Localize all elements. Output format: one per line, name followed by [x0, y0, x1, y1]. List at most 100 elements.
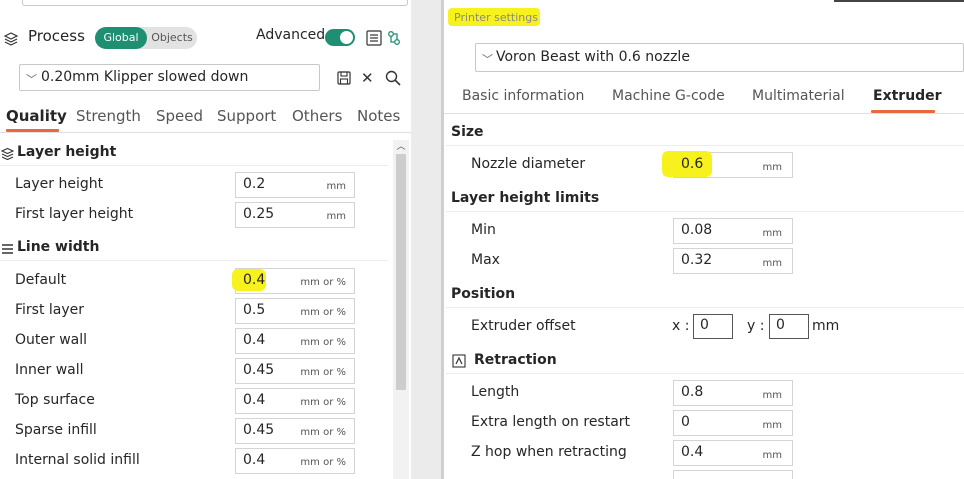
min-layer-height-input[interactable]: 0.08 mm: [673, 218, 793, 244]
unit-label: mm: [762, 258, 782, 269]
process-title: Process: [28, 27, 85, 45]
close-icon[interactable]: ✕: [361, 69, 374, 87]
divider: [446, 373, 964, 374]
tab-notes[interactable]: Notes: [357, 107, 400, 125]
section-line-width: Line width: [0, 238, 388, 261]
input-value: 0: [700, 317, 709, 333]
z-hop-input[interactable]: 0.4 mm: [673, 440, 793, 466]
section-layer-limits-title: Layer height limits: [451, 190, 600, 206]
first-layer-line-width-input[interactable]: 0.5 mm or %: [235, 298, 355, 324]
chevron-down-icon: ﹀: [482, 53, 493, 66]
option-label: Z hop when retracting: [471, 444, 627, 460]
list-icon[interactable]: [366, 30, 382, 46]
section-size-title: Size: [451, 124, 484, 140]
unit-label: mm: [326, 181, 346, 192]
extruder-offset-x-input[interactable]: 0: [693, 314, 733, 339]
scroll-up-arrow-icon[interactable]: ︿: [393, 140, 409, 154]
unit-label: mm: [762, 228, 782, 239]
unit-label: mm: [762, 162, 782, 173]
scrollbar-thumb[interactable]: [396, 154, 406, 390]
tab-support[interactable]: Support: [217, 107, 276, 125]
advanced-switch[interactable]: [325, 29, 355, 46]
tab-multimaterial[interactable]: Multimaterial: [752, 88, 845, 104]
option-label: Nozzle diameter: [471, 156, 586, 172]
tab-machine-gcode[interactable]: Machine G-code: [612, 88, 725, 104]
option-label: Extruder offset: [471, 318, 576, 334]
next-option-input[interactable]: [673, 470, 793, 479]
global-objects-toggle[interactable]: Global Objects: [95, 27, 197, 49]
option-label: Length: [471, 384, 520, 400]
option-label: Layer height: [15, 176, 104, 192]
unit-label: mm or %: [300, 397, 346, 408]
tab-basic-information[interactable]: Basic information: [462, 88, 584, 104]
top-surface-line-width-input[interactable]: 0.4 mm or %: [235, 388, 355, 414]
retraction-icon: [452, 354, 466, 368]
process-tabs: Quality Strength Speed Support Others No…: [0, 107, 411, 133]
y-label: y :: [747, 318, 765, 334]
default-line-width-input[interactable]: 0.4 mm or %: [232, 268, 355, 294]
advanced-label: Advanced: [256, 27, 326, 43]
input-value: 0.5: [243, 302, 266, 318]
process-panel: Process Global Objects Advanced ﹀ 0.20mm…: [0, 0, 411, 479]
printer-tabs: Basic information Machine G-code Multima…: [444, 88, 964, 114]
option-label: Extra length on restart: [471, 414, 631, 430]
process-header: Process Global Objects Advanced: [0, 26, 411, 50]
unit-label: mm or %: [300, 457, 346, 468]
sparse-infill-line-width-input[interactable]: 0.45 mm or %: [235, 418, 355, 444]
internal-solid-infill-line-width-input[interactable]: 0.4 mm or %: [235, 448, 355, 474]
input-value: 0: [776, 317, 785, 333]
divider: [0, 260, 388, 261]
save-icon[interactable]: [337, 71, 351, 85]
inner-wall-line-width-input[interactable]: 0.45 mm or %: [235, 358, 355, 384]
process-preset-dropdown[interactable]: ﹀ 0.20mm Klipper slowed down: [19, 64, 320, 91]
option-label: Default: [15, 272, 67, 288]
nozzle-diameter-input[interactable]: 0.6 mm: [662, 151, 793, 178]
unit-label: mm or %: [300, 427, 346, 438]
unit-label: mm: [812, 318, 840, 334]
extruder-offset-y-input[interactable]: 0: [769, 314, 809, 339]
printer-preset-dropdown[interactable]: ﹀ Voron Beast with 0.6 nozzle: [475, 43, 964, 72]
unit-label: mm or %: [300, 307, 346, 318]
toggle-objects[interactable]: Objects: [147, 27, 197, 49]
layers-section-icon: [1, 147, 14, 161]
input-value: 0.2: [243, 176, 266, 192]
input-value: 0.25: [243, 206, 275, 222]
max-layer-height-input[interactable]: 0.32 mm: [673, 248, 793, 274]
input-value: 0.45: [243, 422, 275, 438]
divider: [446, 307, 964, 308]
input-value: 0.32: [681, 252, 713, 268]
unit-label: mm or %: [300, 367, 346, 378]
tab-others[interactable]: Others: [292, 107, 342, 125]
divider: [0, 165, 388, 166]
unit-label: mm: [762, 420, 782, 431]
outer-wall-line-width-input[interactable]: 0.4 mm or %: [235, 328, 355, 354]
input-value: 0.4: [681, 444, 704, 460]
vertical-scrollbar[interactable]: ︿: [393, 140, 409, 479]
input-value: 0: [681, 414, 690, 430]
search-icon[interactable]: [385, 70, 401, 86]
top-edge-line: [834, 0, 964, 2]
unit-label: mm or %: [300, 337, 346, 348]
input-value: 0.6: [681, 156, 704, 172]
tab-speed[interactable]: Speed: [156, 107, 203, 125]
option-label: Top surface: [15, 392, 95, 408]
first-layer-height-input[interactable]: 0.25 mm: [235, 202, 355, 228]
section-title: Layer height: [17, 144, 117, 160]
option-label: Max: [471, 252, 500, 268]
input-value: 0.4: [243, 392, 266, 408]
toggle-global[interactable]: Global: [95, 27, 147, 49]
tab-strength[interactable]: Strength: [76, 107, 141, 125]
compare-icon[interactable]: [387, 30, 401, 46]
input-value: 0.08: [681, 222, 713, 238]
retraction-length-input[interactable]: 0.8 mm: [673, 380, 793, 406]
printer-settings-panel: Printer settings ﹀ Voron Beast with 0.6 …: [444, 0, 964, 479]
extra-length-restart-input[interactable]: 0 mm: [673, 410, 793, 436]
input-value: 0.4: [243, 452, 266, 468]
section-retraction-title: Retraction: [474, 352, 557, 368]
divider: [446, 211, 964, 212]
top-input-field[interactable]: [22, 0, 408, 6]
tab-extruder[interactable]: Extruder: [873, 88, 942, 104]
tab-quality[interactable]: Quality: [6, 107, 67, 125]
unit-label: mm: [762, 450, 782, 461]
layer-height-input[interactable]: 0.2 mm: [235, 172, 355, 198]
